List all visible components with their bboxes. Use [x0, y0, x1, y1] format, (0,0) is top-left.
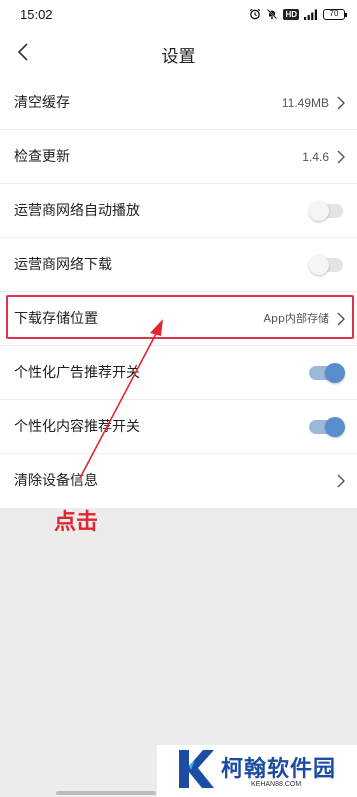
- toggle-knob: [325, 363, 345, 383]
- status-bar: 15:02 HD 70: [0, 0, 357, 28]
- highlight-box: [6, 295, 354, 339]
- row-label: 清空缓存: [14, 95, 70, 111]
- settings-list: 清空缓存 11.49MB 检查更新 1.4.6 运营商网络自动播放 运营商网络下…: [0, 76, 357, 508]
- settings-row-check-update[interactable]: 检查更新 1.4.6: [0, 130, 357, 184]
- watermark-name: 柯翰软件园: [221, 757, 337, 782]
- status-icons: HD 70: [249, 8, 347, 20]
- row-label: 运营商网络自动播放: [14, 203, 140, 219]
- settings-row-clear-device-info[interactable]: 清除设备信息: [0, 454, 357, 508]
- carrier-autoplay-toggle[interactable]: [309, 201, 343, 221]
- toggle-knob: [309, 255, 329, 275]
- alarm-icon: [250, 8, 261, 20]
- cache-size-value: 11.49MB: [281, 96, 329, 110]
- chevron-right-icon: [337, 96, 345, 110]
- toggle-knob: [309, 201, 329, 221]
- settings-row-personalized-content: 个性化内容推荐开关: [0, 400, 357, 454]
- chevron-right-icon: [337, 474, 345, 488]
- row-label: 个性化广告推荐开关: [14, 365, 140, 381]
- version-value: 1.4.6: [302, 150, 329, 164]
- status-time: 15:02: [20, 6, 53, 22]
- watermark-url: KEHAN88.COM: [251, 781, 302, 788]
- settings-row-clear-cache[interactable]: 清空缓存 11.49MB: [0, 76, 357, 130]
- row-label: 运营商网络下载: [14, 257, 112, 273]
- watermark: 柯翰软件园 KEHAN88.COM: [157, 745, 357, 797]
- k-logo-icon: [179, 750, 214, 788]
- settings-row-carrier-autoplay: 运营商网络自动播放: [0, 184, 357, 238]
- personalized-ads-toggle[interactable]: [309, 363, 345, 383]
- home-indicator: [56, 791, 156, 795]
- toggle-knob: [325, 417, 345, 437]
- mute-icon: [267, 8, 278, 20]
- settings-row-personalized-ads: 个性化广告推荐开关: [0, 346, 357, 400]
- chevron-right-icon: [337, 150, 345, 164]
- page-title: 设置: [161, 47, 196, 67]
- row-label: 检查更新: [14, 149, 70, 165]
- settings-row-carrier-download: 运营商网络下载: [0, 238, 357, 292]
- carrier-download-toggle[interactable]: [309, 255, 343, 275]
- annotation-click-label: 点击: [54, 510, 99, 535]
- personalized-content-toggle[interactable]: [309, 417, 345, 437]
- row-label: 清除设备信息: [14, 473, 98, 489]
- signal-icon: [304, 9, 317, 20]
- hd-icon: HD: [283, 8, 299, 20]
- nav-bar: 设置: [0, 28, 357, 76]
- row-label: 个性化内容推荐开关: [14, 419, 140, 435]
- battery-icon: 70: [323, 8, 347, 20]
